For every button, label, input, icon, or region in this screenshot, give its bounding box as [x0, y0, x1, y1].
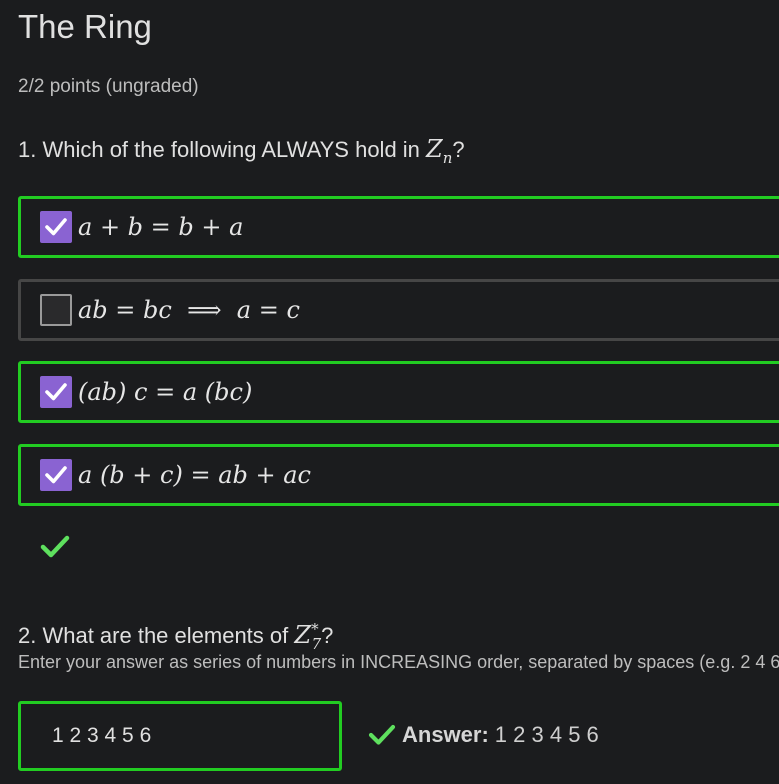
- answer-input[interactable]: [18, 701, 342, 771]
- option-3-label[interactable]: (ab) c = a (bc): [78, 378, 252, 406]
- question-2-hint: Enter your answer as series of numbers i…: [18, 652, 779, 672]
- question-1-set: Zn: [426, 135, 453, 167]
- checkmark-icon: [45, 218, 67, 236]
- answer-label: Answer:: [402, 722, 489, 747]
- question-2-suffix: ?: [321, 623, 334, 648]
- option-3[interactable]: (ab) c = a (bc): [18, 361, 779, 423]
- option-4[interactable]: a (b + c) = ab + ac: [18, 444, 779, 506]
- answer-feedback: Answer: 1 2 3 4 5 6: [368, 722, 599, 748]
- points-label: 2/2 points (ungraded): [18, 76, 199, 97]
- option-2[interactable]: ab = bc ⟹ a = c: [18, 279, 779, 341]
- problem-title: The Ring: [18, 8, 152, 45]
- option-4-label[interactable]: a (b + c) = ab + ac: [78, 461, 311, 489]
- option-2-checkbox[interactable]: [40, 294, 72, 326]
- answer-value: 1 2 3 4 5 6: [494, 722, 599, 747]
- problem-page: The Ring 2/2 points (ungraded) 1. Which …: [0, 0, 779, 784]
- question-1-suffix: ?: [452, 137, 465, 162]
- option-1[interactable]: a + b = b + a: [18, 196, 779, 258]
- option-3-checkbox[interactable]: [40, 376, 72, 408]
- option-4-checkbox[interactable]: [40, 459, 72, 491]
- option-1-label[interactable]: a + b = b + a: [78, 213, 243, 241]
- option-2-label[interactable]: ab = bc ⟹ a = c: [78, 296, 300, 324]
- question-2-prefix: 2. What are the elements of: [18, 623, 295, 648]
- checkmark-icon: [45, 466, 67, 484]
- question-1-prefix: 1. Which of the following ALWAYS hold in: [18, 137, 427, 162]
- question-2-set: Z*7: [294, 620, 322, 653]
- correct-checkmark-icon: [40, 535, 70, 558]
- correct-checkmark-icon: [368, 724, 396, 745]
- question-1-text: 1. Which of the following ALWAYS hold in…: [18, 134, 465, 173]
- option-1-checkbox[interactable]: [40, 211, 72, 243]
- checkmark-icon: [45, 383, 67, 401]
